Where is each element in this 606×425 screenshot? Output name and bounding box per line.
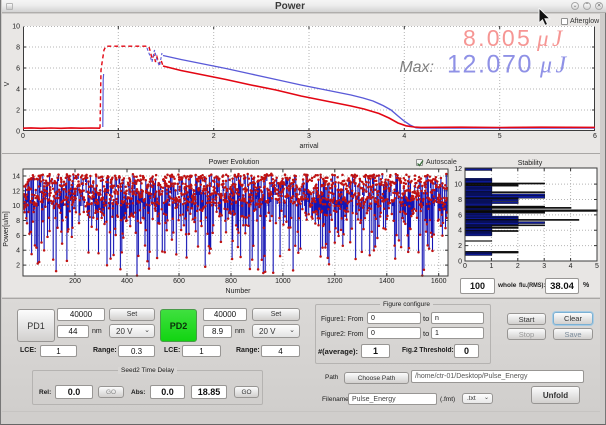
- svg-text:Number: Number: [226, 288, 252, 295]
- svg-text:2: 2: [516, 263, 520, 270]
- svg-text:6: 6: [458, 212, 462, 219]
- svg-text:1000: 1000: [275, 278, 291, 285]
- svg-text:Stability: Stability: [518, 160, 543, 167]
- svg-text:10: 10: [12, 24, 20, 31]
- svg-text:0: 0: [16, 129, 20, 136]
- svg-text:V: V: [4, 81, 11, 86]
- svg-text:Power Evolution: Power Evolution: [209, 159, 260, 166]
- svg-text:600: 600: [173, 278, 185, 285]
- svg-text:12.070: 12.070: [447, 51, 533, 79]
- svg-text:8: 8: [458, 197, 462, 204]
- svg-text:Power[u/m]: Power[u/m]: [3, 211, 10, 246]
- svg-text:0: 0: [458, 259, 462, 266]
- svg-text:3: 3: [307, 133, 311, 140]
- svg-text:14: 14: [12, 174, 20, 181]
- svg-text:1: 1: [116, 133, 120, 140]
- svg-text:10: 10: [454, 182, 462, 189]
- svg-text:2: 2: [458, 243, 462, 250]
- svg-text:10: 10: [12, 203, 20, 210]
- svg-text:2: 2: [212, 133, 216, 140]
- svg-text:arrival: arrival: [299, 143, 319, 150]
- svg-text:4: 4: [16, 87, 20, 94]
- svg-text:2: 2: [16, 263, 20, 270]
- svg-text:5: 5: [595, 263, 599, 270]
- svg-text:4: 4: [16, 248, 20, 255]
- svg-text:1400: 1400: [379, 278, 395, 285]
- svg-text:400: 400: [121, 278, 133, 285]
- svg-text:1: 1: [489, 263, 493, 270]
- svg-text:1200: 1200: [327, 278, 343, 285]
- svg-text:μJ: μJ: [539, 53, 570, 79]
- svg-text:3: 3: [542, 263, 546, 270]
- svg-text:800: 800: [225, 278, 237, 285]
- svg-text:4: 4: [569, 263, 573, 270]
- svg-text:6: 6: [16, 233, 20, 240]
- svg-text:6: 6: [593, 133, 597, 140]
- svg-text:8: 8: [16, 45, 20, 52]
- svg-text:12: 12: [454, 166, 462, 173]
- svg-text:8: 8: [16, 218, 20, 225]
- svg-text:5: 5: [498, 133, 502, 140]
- svg-text:0: 0: [21, 133, 25, 140]
- svg-text:0: 0: [463, 263, 467, 270]
- svg-text:4: 4: [402, 133, 406, 140]
- svg-text:12: 12: [12, 188, 20, 195]
- svg-text:2: 2: [16, 108, 20, 115]
- svg-text:200: 200: [69, 278, 81, 285]
- svg-text:4: 4: [458, 228, 462, 235]
- svg-text:Max:: Max:: [399, 59, 434, 76]
- svg-text:6: 6: [16, 66, 20, 73]
- svg-text:1600: 1600: [431, 278, 447, 285]
- svg-text:8.005: 8.005: [463, 25, 532, 51]
